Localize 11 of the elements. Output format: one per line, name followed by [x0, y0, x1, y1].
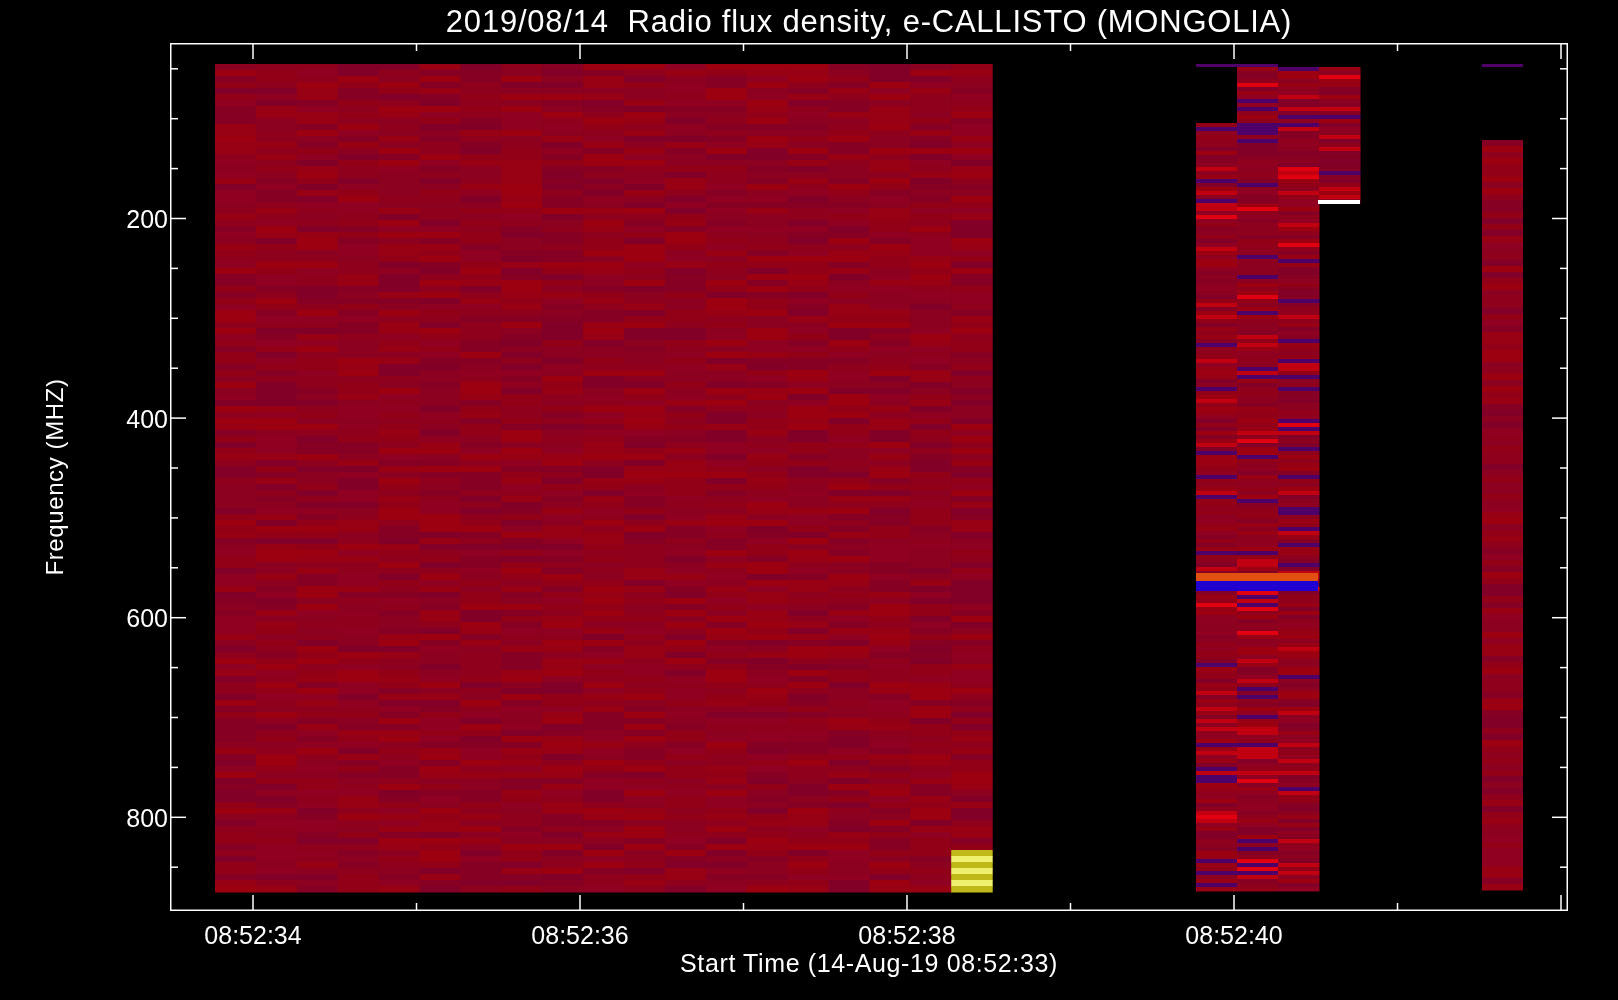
y-tick-label: 600: [126, 605, 168, 631]
chart-title: 2019/08/14 Radio flux density, e-CALLISTO (MONGOLIA): [445, 6, 1293, 37]
x-tick-label: 08:52:34: [204, 923, 302, 948]
y-tick-label: 200: [126, 206, 168, 232]
x-tick-label: 08:52:36: [531, 923, 629, 948]
x-axis-label: Start Time (14-Aug-19 08:52:33): [680, 951, 1058, 976]
x-tick-label: 08:52:40: [1185, 923, 1283, 948]
y-tick-label: 800: [126, 805, 168, 831]
x-tick-label: 08:52:38: [858, 923, 956, 948]
y-tick-label: 400: [126, 406, 168, 432]
y-axis-label: Frequency (MHZ): [43, 378, 67, 576]
